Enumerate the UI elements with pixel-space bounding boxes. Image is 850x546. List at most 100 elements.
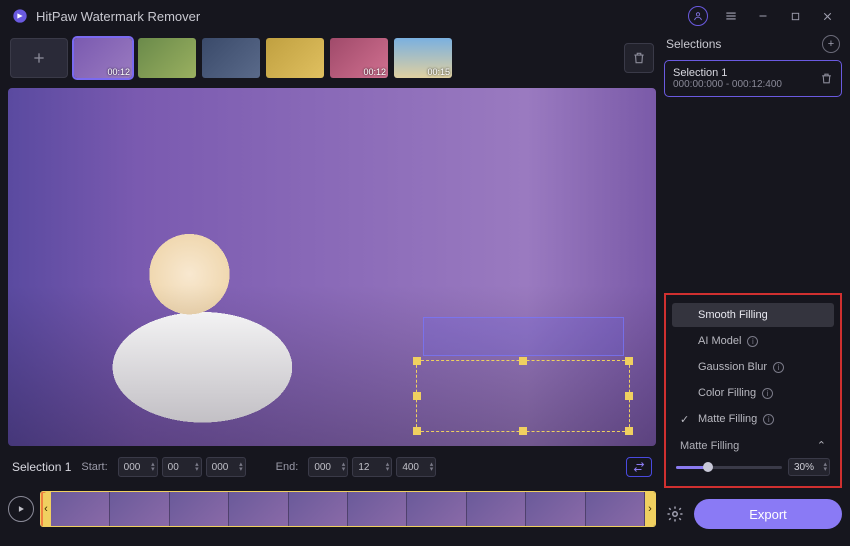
bottom-row: Export <box>664 496 842 532</box>
mode-color-filling[interactable]: Color Filling i <box>672 381 834 405</box>
play-button[interactable] <box>8 496 34 522</box>
resize-handle[interactable] <box>625 427 633 435</box>
timeline-frame <box>407 492 466 526</box>
fill-modes-panel: Smooth Filling AI Model i Gaussion Blur … <box>664 293 842 488</box>
delete-selection-button[interactable] <box>820 72 833 85</box>
end-ms-input[interactable]: 400 ▴▾ <box>396 457 436 477</box>
app-logo-icon <box>12 8 28 24</box>
resize-handle[interactable] <box>519 427 527 435</box>
spinner-icon[interactable]: ▴▾ <box>239 462 243 472</box>
start-ms-input[interactable]: 000 ▴▾ <box>206 457 246 477</box>
thumbnail-1[interactable]: 00:12 <box>74 38 132 78</box>
resize-handle[interactable] <box>519 357 527 365</box>
resize-handle[interactable] <box>413 392 421 400</box>
val: 30% <box>794 462 814 473</box>
matte-slider-row: 30% ▴▾ <box>676 458 830 476</box>
selections-title: Selections <box>666 37 721 51</box>
menu-icon[interactable] <box>716 2 746 30</box>
val: 000 <box>314 462 331 473</box>
mode-label: Smooth Filling <box>698 309 768 321</box>
settings-button[interactable] <box>664 503 686 525</box>
close-button[interactable] <box>812 2 842 30</box>
account-icon[interactable] <box>688 6 708 26</box>
spinner-icon[interactable]: ▴▾ <box>195 462 199 472</box>
info-icon[interactable]: i <box>762 388 773 399</box>
timeline-frame <box>51 492 110 526</box>
resize-handle[interactable] <box>413 357 421 365</box>
time-controls: Selection 1 Start: 000▴▾ 00▴▾ 000▴▾ End:… <box>8 452 656 482</box>
spinner-icon[interactable]: ▴▾ <box>386 462 390 472</box>
info-icon[interactable]: i <box>763 414 774 425</box>
mode-ai-model[interactable]: AI Model i <box>672 329 834 353</box>
timeline-frames <box>51 492 645 526</box>
mode-matte-filling[interactable]: ✓ Matte Filling i <box>672 407 834 431</box>
timeline-frame <box>229 492 288 526</box>
timeline-frame <box>289 492 348 526</box>
thumbnail-3[interactable] <box>202 38 260 78</box>
titlebar: HitPaw Watermark Remover <box>0 0 850 32</box>
matte-sub-header[interactable]: Matte Filling ⌃ <box>676 437 830 454</box>
resize-handle[interactable] <box>625 392 633 400</box>
slider-thumb[interactable] <box>703 462 713 472</box>
info-icon[interactable]: i <box>747 336 758 347</box>
app-title: HitPaw Watermark Remover <box>36 9 200 24</box>
check-icon: ✓ <box>680 413 692 426</box>
selection-range: 000:00:000 - 000:12:400 <box>673 79 782 90</box>
matte-sub-panel: Matte Filling ⌃ 30% ▴▾ <box>672 437 834 476</box>
chevron-up-icon: ⌃ <box>817 439 826 452</box>
matte-percent-input[interactable]: 30% ▴▾ <box>788 458 830 476</box>
timeline-frame <box>348 492 407 526</box>
timeline-frame <box>526 492 585 526</box>
end-label: End: <box>276 461 299 473</box>
timeline-frame <box>110 492 169 526</box>
timeline-frame <box>467 492 526 526</box>
add-media-button[interactable] <box>10 38 68 78</box>
swap-button[interactable] <box>626 457 652 477</box>
minimize-button[interactable] <box>748 2 778 30</box>
export-button[interactable]: Export <box>694 499 842 529</box>
thumb-time: 00:12 <box>107 67 130 77</box>
val: 12 <box>358 462 369 473</box>
timeline[interactable]: ‹ › <box>40 491 656 527</box>
add-selection-button[interactable]: + <box>822 35 840 53</box>
spinner-icon[interactable]: ▴▾ <box>823 462 827 472</box>
mode-label: Color Filling <box>698 387 756 399</box>
playhead[interactable] <box>41 491 43 527</box>
delete-media-button[interactable] <box>624 43 654 73</box>
selection-rect[interactable] <box>416 360 630 432</box>
mode-gaussian-blur[interactable]: Gaussion Blur i <box>672 355 834 379</box>
val: 00 <box>168 462 179 473</box>
thumbnail-6[interactable]: 00:15 <box>394 38 452 78</box>
export-label: Export <box>749 507 787 522</box>
end-sec-input[interactable]: 12 ▴▾ <box>352 457 392 477</box>
selection-label: Selection 1 <box>12 460 71 474</box>
spinner-icon[interactable]: ▴▾ <box>430 462 434 472</box>
resize-handle[interactable] <box>625 357 633 365</box>
maximize-button[interactable] <box>780 2 810 30</box>
val: 000 <box>212 462 229 473</box>
selection-ghost <box>423 317 624 356</box>
selection-card[interactable]: Selection 1 000:00:000 - 000:12:400 <box>664 60 842 97</box>
mode-smooth-filling[interactable]: Smooth Filling <box>672 303 834 327</box>
timeline-handle-right[interactable]: › <box>645 492 655 526</box>
end-min-input[interactable]: 000 ▴▾ <box>308 457 348 477</box>
info-icon[interactable]: i <box>773 362 784 373</box>
start-time-fields: 000▴▾ 00▴▾ 000▴▾ <box>118 457 246 477</box>
timeline-frame <box>170 492 229 526</box>
thumbnail-strip: 00:12 00:12 00:15 <box>8 32 656 84</box>
titlebar-controls <box>688 2 842 30</box>
matte-slider[interactable] <box>676 466 782 469</box>
start-sec-input[interactable]: 00 ▴▾ <box>162 457 202 477</box>
thumbnail-5[interactable]: 00:12 <box>330 38 388 78</box>
mode-label: Matte Filling <box>698 413 757 425</box>
thumb-time: 00:15 <box>427 67 450 77</box>
preview-canvas[interactable] <box>8 88 656 446</box>
resize-handle[interactable] <box>413 427 421 435</box>
val: 400 <box>402 462 419 473</box>
spinner-icon[interactable]: ▴▾ <box>342 462 346 472</box>
thumbnail-2[interactable] <box>138 38 196 78</box>
mode-label: Gaussion Blur <box>698 361 767 373</box>
start-min-input[interactable]: 000▴▾ <box>118 457 158 477</box>
spinner-icon[interactable]: ▴▾ <box>151 462 155 472</box>
thumbnail-4[interactable] <box>266 38 324 78</box>
